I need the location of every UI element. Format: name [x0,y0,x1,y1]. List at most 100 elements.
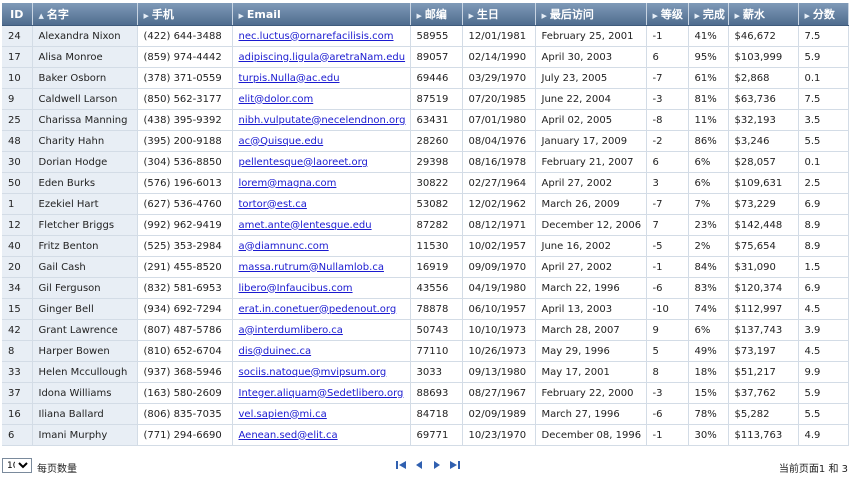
cell-id: 34 [2,277,33,299]
table-row[interactable]: 30 Dorian Hodge (304) 536-8850 pellentesque… [2,151,849,173]
column-header-label: 名字 [46,8,69,21]
table-row[interactable]: 17 Alisa Monroe (859) 974-4442 adipiscing.l… [2,46,849,68]
table-row[interactable]: 33 Helen Mccullough (937) 368-5946 sociis.n… [2,361,849,383]
cell-salary: $32,193 [728,109,799,131]
column-header-phone[interactable]: ▶ 手机 [137,3,233,26]
cell-last-visit: April 30, 2003 [535,46,647,68]
cell-score: 4.5 [798,340,849,362]
email-link[interactable]: vel.sapien@mi.ca [239,409,327,420]
table-row[interactable]: 8 Harper Bowen (810) 652-6704 dis@duinec.ca… [2,340,849,362]
cell-phone: (992) 962-9419 [137,214,233,236]
email-link[interactable]: Aenean.sed@elit.ca [239,430,338,441]
column-header-score[interactable]: ▶ 分数 [798,3,849,26]
cell-last-visit: April 27, 2002 [535,172,647,194]
cell-email: ac@Quisque.edu [232,130,411,152]
column-header-label: 最后访问 [549,8,594,21]
cell-complete: 61% [688,67,729,89]
email-link[interactable]: lorem@magna.com [239,178,337,189]
cell-zip: 43556 [410,277,463,299]
column-header-salary[interactable]: ▶ 薪水 [728,3,799,26]
table-row[interactable]: 12 Fletcher Briggs (992) 962-9419 amet.ante… [2,214,849,236]
cell-last-visit: December 12, 2006 [535,214,647,236]
table-row[interactable]: 25 Charissa Manning (438) 395-9392 nibh.vul… [2,109,849,131]
cell-complete: 7% [688,193,729,215]
cell-phone: (934) 692-7294 [137,298,233,320]
email-link[interactable]: pellentesque@laoreet.org [239,157,368,168]
column-header-name[interactable]: ▲ 名字 [32,3,138,26]
first-page-icon[interactable] [395,459,407,471]
cell-complete: 83% [688,277,729,299]
column-header-birthday[interactable]: ▶ 生日 [462,3,536,26]
email-link[interactable]: a@interdumlibero.ca [239,325,343,336]
cell-email: amet.ante@lentesque.edu [232,214,411,236]
cell-last-visit: July 23, 2005 [535,67,647,89]
table-row[interactable]: 34 Gil Ferguson (832) 581-6953 libero@Infau… [2,277,849,299]
table-row[interactable]: 40 Fritz Benton (525) 353-2984 a@diamnunc.c… [2,235,849,257]
cell-salary: $2,868 [728,67,799,89]
cell-score: 8.9 [798,235,849,257]
email-link[interactable]: amet.ante@lentesque.edu [239,220,372,231]
cell-level: -7 [646,67,689,89]
last-page-icon[interactable] [449,459,461,471]
column-header-zip[interactable]: ▶ 邮编 [410,3,463,26]
cell-last-visit: February 22, 2000 [535,382,647,404]
cell-email: nec.luctus@ornarefacilisis.com [232,25,411,47]
email-link[interactable]: a@diamnunc.com [239,241,329,252]
column-header-email[interactable]: ▶ Email [232,3,411,26]
next-page-icon[interactable] [431,459,443,471]
email-link[interactable]: turpis.Nulla@ac.edu [239,73,340,84]
email-link[interactable]: sociis.natoque@mvipsum.org [239,367,387,378]
email-link[interactable]: erat.in.conetuer@pedenout.org [239,304,397,315]
table-row[interactable]: 50 Eden Burks (576) 196-6013 lorem@magna.co… [2,172,849,194]
email-link[interactable]: tortor@est.ca [239,199,307,210]
table-row[interactable]: 20 Gail Cash (291) 455-8520 massa.rutrum@Nu… [2,256,849,278]
cell-name: Ginger Bell [32,298,138,320]
table-row[interactable]: 1 Ezekiel Hart (627) 536-4760 tortor@est.ca… [2,193,849,215]
column-header-last-visit[interactable]: ▶ 最后访问 [535,3,647,26]
email-link[interactable]: libero@Infaucibus.com [239,283,353,294]
cell-complete: 6% [688,319,729,341]
table-row[interactable]: 16 Iliana Ballard (806) 835-7035 vel.sapien… [2,403,849,425]
table-row[interactable]: 37 Idona Williams (163) 580-2609 Integer.al… [2,382,849,404]
email-link[interactable]: massa.rutrum@Nullamlob.ca [239,262,384,273]
table-row[interactable]: 48 Charity Hahn (395) 200-9188 ac@Quisque.e… [2,130,849,152]
cell-score: 4.5 [798,298,849,320]
cell-phone: (850) 562-3177 [137,88,233,110]
column-header-id[interactable]: ID [2,3,33,26]
cell-zip: 30822 [410,172,463,194]
email-link[interactable]: ac@Quisque.edu [239,136,324,147]
cell-level: -7 [646,193,689,215]
table-row[interactable]: 10 Baker Osborn (378) 371-0559 turpis.Nulla… [2,67,849,89]
column-header-level[interactable]: ▶ 等级 [646,3,689,26]
email-link[interactable]: nec.luctus@ornarefacilisis.com [239,31,394,42]
cell-zip: 53082 [410,193,463,215]
email-link[interactable]: elit@dolor.com [239,94,314,105]
cell-phone: (832) 581-6953 [137,277,233,299]
cell-name: Harper Bowen [32,340,138,362]
table-row[interactable]: 24 Alexandra Nixon (422) 644-3488 nec.luctu… [2,25,849,47]
cell-level: -8 [646,109,689,131]
column-header-complete[interactable]: ▶ 完成 [688,3,729,26]
prev-page-icon[interactable] [413,459,425,471]
cell-name: Baker Osborn [32,67,138,89]
cell-name: Idona Williams [32,382,138,404]
email-link[interactable]: adipiscing.ligula@aretraNam.edu [239,52,406,63]
cell-last-visit: March 28, 2007 [535,319,647,341]
cell-zip: 69771 [410,424,463,446]
table-row[interactable]: 15 Ginger Bell (934) 692-7294 erat.in.conet… [2,298,849,320]
table-row[interactable]: 42 Grant Lawrence (807) 487-5786 a@interdum… [2,319,849,341]
cell-score: 1.5 [798,256,849,278]
cell-complete: 6% [688,172,729,194]
cell-id: 12 [2,214,33,236]
header-row: ID ▲ 名字 ▶ 手机 ▶ Email ▶ 邮编 ▶ 生日 ▶ 最后访问 ▶ 等级 ▶ 完成 ▶ 薪水 ▶ 分数 [2,3,849,26]
table-row[interactable]: 9 Caldwell Larson (850) 562-3177 elit@dolor… [2,88,849,110]
cell-id: 20 [2,256,33,278]
cell-level: 5 [646,340,689,362]
page-size-select[interactable]: 10 [2,458,32,473]
table-row[interactable]: 6 Imani Murphy (771) 294-6690 Aenean.sed@el… [2,424,849,446]
email-link[interactable]: nibh.vulputate@necelendnon.org [239,115,406,126]
cell-zip: 87519 [410,88,463,110]
email-link[interactable]: dis@duinec.ca [239,346,312,357]
cell-score: 0.1 [798,67,849,89]
email-link[interactable]: Integer.aliquam@Sedetlibero.org [239,388,404,399]
